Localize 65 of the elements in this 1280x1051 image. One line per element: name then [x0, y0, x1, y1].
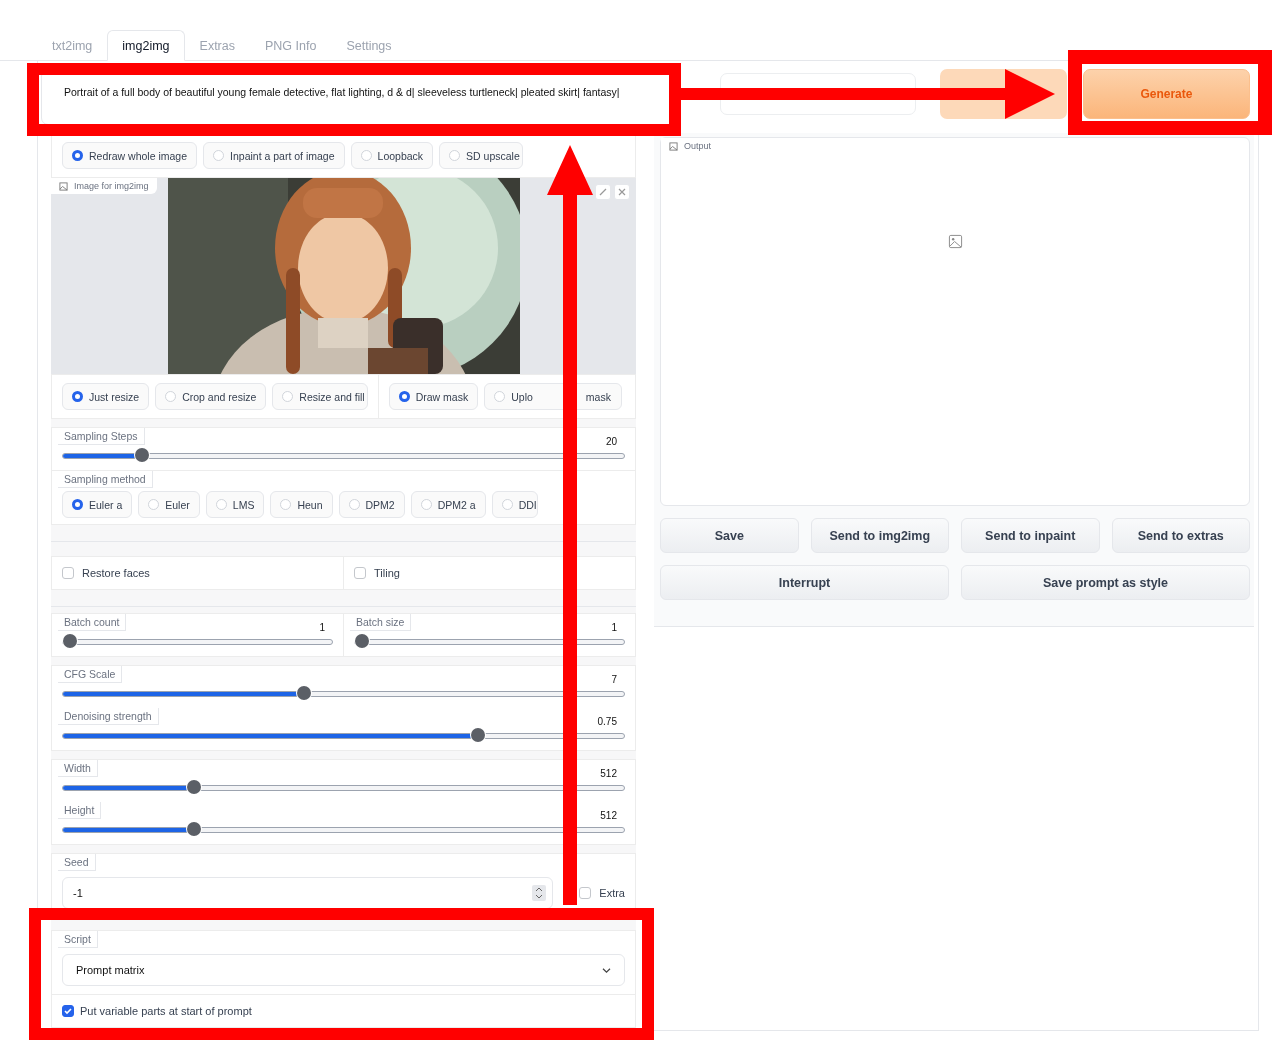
- radio-option[interactable]: Resize and fill: [272, 383, 368, 410]
- action-button[interactable]: Send to inpaint: [961, 518, 1100, 553]
- radio-option[interactable]: Just resize: [62, 383, 150, 410]
- radio-option[interactable]: DDI: [491, 491, 538, 518]
- checkbox-label: Restore faces: [82, 567, 150, 579]
- slider-handle[interactable]: [355, 634, 369, 648]
- radio-option[interactable]: Crop and resize: [155, 383, 267, 410]
- slider-handle[interactable]: [134, 448, 149, 462]
- field-label: Seed: [58, 854, 96, 871]
- action-button[interactable]: Interrupt: [660, 565, 949, 600]
- radio-option[interactable]: Draw mask: [388, 383, 479, 410]
- image-label: Image for img2img: [51, 178, 157, 194]
- slider-handle[interactable]: [187, 780, 202, 794]
- radio-option[interactable]: Heun: [270, 491, 333, 518]
- radio-option[interactable]: Loopback: [350, 142, 434, 169]
- checkbox-label: Put variable parts at start of prompt: [80, 1005, 252, 1017]
- close-icon[interactable]: [614, 184, 630, 200]
- slider-handle[interactable]: [297, 686, 312, 700]
- radio-option[interactable]: SD upscale: [439, 142, 523, 169]
- field-label: Script: [58, 931, 98, 948]
- field-label: CFG Scale: [58, 666, 123, 683]
- chevron-icon: [601, 966, 612, 974]
- field-label: Width: [58, 760, 98, 777]
- image-icon: [669, 141, 678, 151]
- value-text: 512: [600, 809, 617, 821]
- radio-option[interactable]: DPM2 a: [410, 491, 486, 518]
- script-dropdown[interactable]: Prompt matrix: [62, 954, 625, 986]
- field-label: Sampling Steps: [58, 428, 145, 445]
- edit-icon[interactable]: [595, 184, 611, 200]
- radio-option[interactable]: Euler a: [62, 491, 133, 518]
- value-text: 20: [605, 435, 617, 447]
- value-text: 1: [319, 621, 325, 633]
- field-label: Batch size: [350, 614, 412, 631]
- radio-option[interactable]: Inpaint a part of image: [203, 142, 345, 169]
- slider-handle[interactable]: [187, 822, 202, 836]
- value-text: 7: [611, 673, 617, 685]
- action-button[interactable]: Send to img2img: [810, 518, 949, 553]
- action-button[interactable]: Save prompt as style: [961, 565, 1250, 600]
- option-label: mask: [585, 390, 612, 403]
- radio-option[interactable]: DPM2: [338, 491, 405, 518]
- field-label: Sampling method: [58, 471, 153, 488]
- radio-option[interactable]: LMS: [205, 491, 265, 518]
- tab[interactable]: img2img: [107, 30, 185, 61]
- field-label: Batch count: [58, 614, 127, 631]
- action-button[interactable]: Save: [660, 518, 799, 553]
- value-text: 512: [600, 767, 617, 779]
- image-drop-area[interactable]: Image for img2img: [51, 178, 636, 374]
- checkbox-label: Tiling: [374, 567, 400, 579]
- spinner-icon[interactable]: [532, 885, 547, 901]
- radio-option[interactable]: Euler: [138, 491, 200, 518]
- image-icon: [59, 181, 68, 191]
- field-label: Height: [58, 802, 102, 819]
- slider-handle[interactable]: [63, 634, 77, 648]
- image-icon: [947, 234, 963, 249]
- action-button[interactable]: Send to extras: [1111, 518, 1250, 553]
- checkbox[interactable]: [354, 567, 366, 579]
- checkbox[interactable]: [579, 887, 592, 899]
- field-label: Denoising strength: [58, 708, 159, 725]
- value-text: 0.75: [597, 715, 617, 727]
- radio-option[interactable]: Redraw whole image: [62, 142, 198, 169]
- slider-handle[interactable]: [471, 728, 486, 742]
- checkbox-label: Extra: [599, 887, 625, 899]
- value-text: 1: [611, 621, 617, 633]
- checkbox[interactable]: [62, 1005, 74, 1017]
- checkbox[interactable]: [62, 567, 74, 579]
